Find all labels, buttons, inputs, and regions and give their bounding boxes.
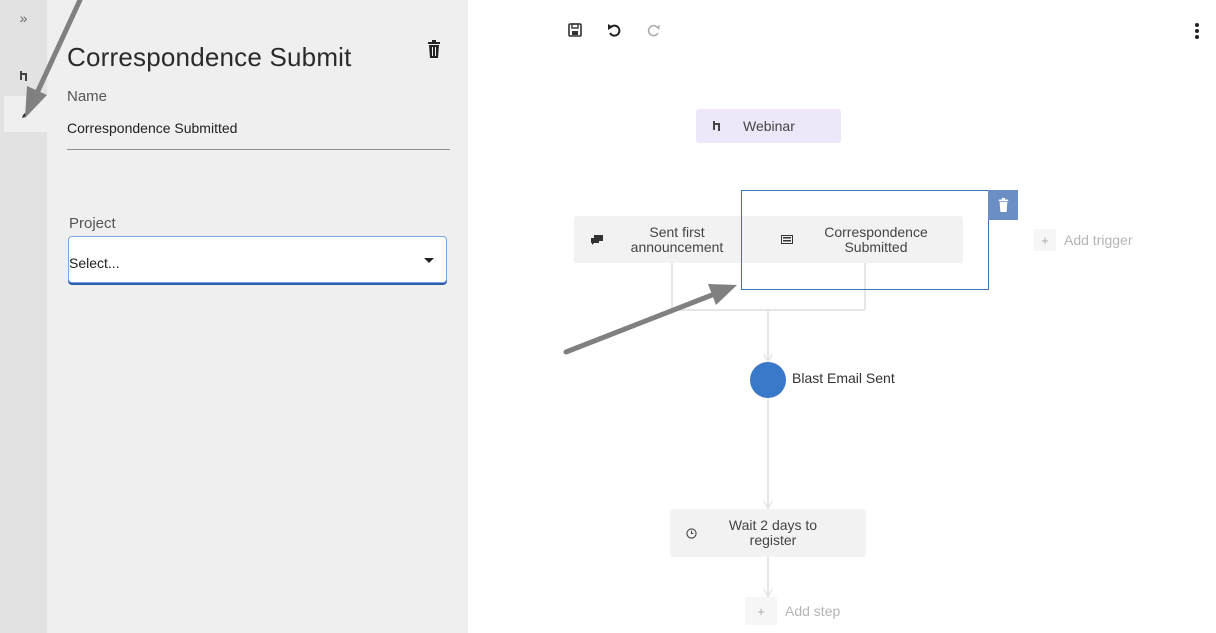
- clock-icon: [686, 527, 697, 539]
- name-field[interactable]: Correspondence Submitted: [67, 120, 237, 136]
- plus-icon: +: [745, 597, 777, 625]
- chat-icon: [591, 234, 603, 245]
- name-field-underline: [67, 149, 450, 150]
- properties-panel: Correspondence Submit Name Correspondenc…: [47, 0, 468, 633]
- project-select[interactable]: Select...: [68, 236, 447, 283]
- plus-icon: +: [1034, 229, 1056, 251]
- campaign-node[interactable]: Webinar: [696, 109, 841, 143]
- wait-step-label: Wait 2 days to register: [728, 517, 818, 548]
- campaign-label: Webinar: [743, 117, 795, 134]
- trash-icon: [998, 198, 1008, 212]
- rail-item-trigger[interactable]: [0, 58, 47, 94]
- annotation-arrow: [563, 292, 715, 355]
- event-node[interactable]: [750, 362, 786, 398]
- chevron-down-icon: [424, 258, 434, 263]
- undo-button[interactable]: [604, 20, 624, 40]
- add-trigger-label: Add trigger: [1064, 232, 1133, 248]
- selection-outline: [741, 190, 989, 290]
- add-trigger-button[interactable]: + Add trigger: [1034, 229, 1132, 251]
- save-icon: [568, 23, 582, 37]
- undo-icon: [608, 24, 621, 37]
- more-vertical-icon[interactable]: [1194, 22, 1200, 40]
- annotation-arrowhead: [708, 284, 737, 305]
- trigger-icon: [19, 71, 27, 81]
- save-button[interactable]: [565, 20, 585, 40]
- delete-node-button[interactable]: [988, 190, 1018, 220]
- rail-item-edit[interactable]: [4, 96, 47, 132]
- redo-button[interactable]: [644, 20, 664, 40]
- redo-icon: [647, 24, 660, 37]
- trigger-label: Sent first announcement: [630, 223, 724, 255]
- pencil-icon: [21, 110, 30, 118]
- trigger-icon: [713, 121, 720, 131]
- project-label: Project: [69, 215, 116, 232]
- project-select-value: Select...: [69, 255, 120, 271]
- wait-step-node[interactable]: Wait 2 days to register: [670, 509, 866, 557]
- double-chevron-right-icon: »: [19, 10, 28, 26]
- expand-rail-button[interactable]: »: [0, 0, 47, 36]
- name-label: Name: [67, 88, 108, 105]
- add-step-label: Add step: [785, 603, 841, 619]
- panel-title: Correspondence Submit: [67, 42, 352, 72]
- event-label: Blast Email Sent: [792, 370, 895, 386]
- left-rail: »: [0, 0, 47, 633]
- trash-icon[interactable]: [427, 40, 441, 58]
- add-step-button[interactable]: + Add step: [745, 597, 840, 625]
